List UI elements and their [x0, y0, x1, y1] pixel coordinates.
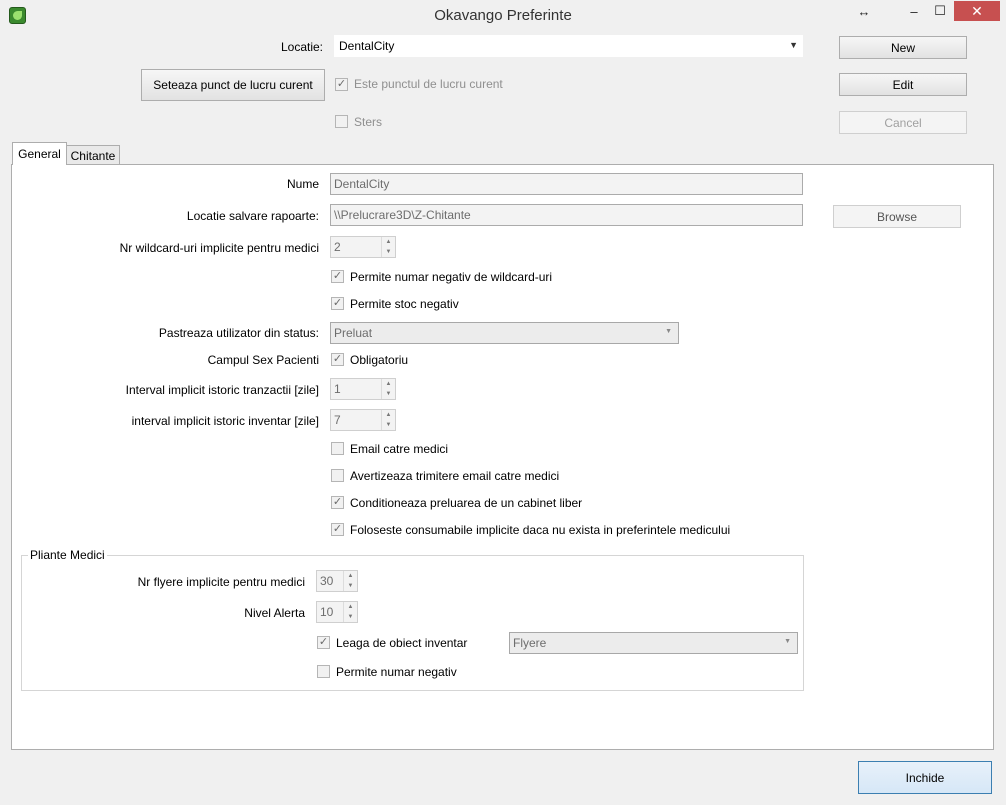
- inventory-history-spinner[interactable]: 7 ▲ ▼: [330, 409, 396, 431]
- spinner-buttons[interactable]: ▲ ▼: [343, 571, 357, 591]
- close-window-button[interactable]: ✕: [954, 1, 1000, 21]
- location-value: DentalCity: [339, 39, 395, 53]
- set-current-workplace-button[interactable]: Seteaza punct de lucru curent: [141, 69, 325, 101]
- chevron-down-icon[interactable]: ▼: [382, 420, 395, 430]
- flyers-group-title: Pliante Medici: [28, 548, 107, 562]
- allow-negative-flyers-checkbox[interactable]: [317, 665, 330, 678]
- chevron-up-icon[interactable]: ▲: [382, 410, 395, 420]
- checkmark-icon: ✓: [336, 78, 347, 90]
- location-label: Locatie:: [280, 40, 323, 54]
- keep-user-label: Pastreaza utilizator din status:: [158, 326, 319, 340]
- name-label: Nume: [286, 177, 319, 191]
- chevron-up-icon[interactable]: ▲: [382, 237, 395, 247]
- allow-negative-stock-label: Permite stoc negativ: [350, 297, 459, 311]
- keep-user-dropdown[interactable]: Preluat ▼: [330, 322, 679, 344]
- checkmark-icon: ✓: [332, 270, 343, 282]
- allow-negative-wildcards-label: Permite numar negativ de wildcard-uri: [350, 270, 553, 284]
- checkmark-icon: ✓: [332, 297, 343, 309]
- condition-cabinet-label: Conditioneaza preluarea de un cabinet li…: [350, 496, 583, 510]
- sex-field-label: Campul Sex Pacienti: [207, 353, 319, 367]
- spinner-buttons[interactable]: ▲ ▼: [381, 379, 395, 399]
- sex-required-label: Obligatoriu: [350, 353, 409, 367]
- spinner-buttons[interactable]: ▲ ▼: [381, 410, 395, 430]
- checkmark-icon: ✓: [318, 636, 329, 648]
- inventory-history-value: 7: [334, 413, 341, 427]
- chevron-down-icon[interactable]: ▼: [382, 389, 395, 399]
- alert-level-value: 10: [320, 605, 334, 619]
- wildcards-label: Nr wildcard-uri implicite pentru medici: [119, 241, 319, 255]
- alert-level-label: Nivel Alerta: [244, 606, 305, 620]
- chevron-down-icon: ▼: [665, 328, 672, 335]
- cancel-button[interactable]: Cancel: [839, 111, 967, 134]
- chevron-down-icon[interactable]: ▼: [382, 247, 395, 257]
- default-consumables-checkbox[interactable]: ✓: [331, 523, 344, 536]
- wildcards-value: 2: [334, 240, 341, 254]
- allow-negative-wildcards-checkbox[interactable]: ✓: [331, 270, 344, 283]
- is-current-checkbox[interactable]: ✓: [335, 78, 348, 91]
- is-current-label: Este punctul de lucru curent: [354, 77, 503, 91]
- tab-chitante[interactable]: Chitante: [66, 145, 120, 165]
- save-location-field[interactable]: \\Prelucrare3D\Z-Chitante: [330, 204, 803, 226]
- email-doctors-label: Email catre medici: [350, 442, 449, 456]
- default-flyers-spinner[interactable]: 30 ▲ ▼: [316, 570, 358, 592]
- name-field[interactable]: DentalCity: [330, 173, 803, 195]
- chevron-down-icon: ▼: [784, 638, 791, 645]
- location-combobox[interactable]: DentalCity ▼: [334, 35, 803, 57]
- new-button[interactable]: New: [839, 36, 967, 59]
- default-flyers-label: Nr flyere implicite pentru medici: [137, 575, 305, 589]
- chevron-down-icon[interactable]: ▼: [344, 612, 357, 622]
- edit-button[interactable]: Edit: [839, 73, 967, 96]
- checkmark-icon: ✓: [332, 523, 343, 535]
- warn-email-checkbox[interactable]: [331, 469, 344, 482]
- tab-general[interactable]: General: [12, 142, 67, 165]
- chevron-down-icon[interactable]: ▼: [344, 581, 357, 591]
- link-inventory-dropdown[interactable]: Flyere ▼: [509, 632, 798, 654]
- inventory-history-label: interval implicit istoric inventar [zile…: [131, 414, 319, 428]
- alert-level-spinner[interactable]: 10 ▲ ▼: [316, 601, 358, 623]
- transaction-history-spinner[interactable]: 1 ▲ ▼: [330, 378, 396, 400]
- transaction-history-value: 1: [334, 382, 341, 396]
- link-inventory-label: Leaga de obiect inventar: [336, 636, 468, 650]
- close-button[interactable]: Inchide: [858, 761, 992, 794]
- chevron-up-icon[interactable]: ▲: [344, 571, 357, 581]
- deleted-checkbox[interactable]: [335, 115, 348, 128]
- link-inventory-checkbox[interactable]: ✓: [317, 636, 330, 649]
- spinner-buttons[interactable]: ▲ ▼: [343, 602, 357, 622]
- spinner-buttons[interactable]: ▲ ▼: [381, 237, 395, 257]
- keep-user-value: Preluat: [334, 326, 373, 340]
- chevron-down-icon: ▼: [789, 40, 798, 50]
- minimize-button[interactable]: –: [902, 0, 926, 22]
- email-doctors-checkbox[interactable]: [331, 442, 344, 455]
- checkmark-icon: ✓: [332, 496, 343, 508]
- allow-negative-flyers-label: Permite numar negativ: [336, 665, 457, 679]
- chevron-up-icon[interactable]: ▲: [382, 379, 395, 389]
- condition-cabinet-checkbox[interactable]: ✓: [331, 496, 344, 509]
- browse-button[interactable]: Browse: [833, 205, 961, 228]
- transaction-history-label: Interval implicit istoric tranzactii [zi…: [125, 383, 319, 397]
- maximize-button[interactable]: ☐: [928, 0, 952, 22]
- sex-required-checkbox[interactable]: ✓: [331, 353, 344, 366]
- resize-arrows-icon[interactable]: ↔: [852, 0, 876, 22]
- default-flyers-value: 30: [320, 574, 334, 588]
- deleted-label: Sters: [354, 115, 383, 129]
- allow-negative-stock-checkbox[interactable]: ✓: [331, 297, 344, 310]
- checkmark-icon: ✓: [332, 353, 343, 365]
- link-inventory-value: Flyere: [513, 636, 547, 650]
- save-location-label: Locatie salvare rapoarte:: [186, 209, 319, 223]
- chevron-up-icon[interactable]: ▲: [344, 602, 357, 612]
- default-consumables-label: Foloseste consumabile implicite daca nu …: [350, 523, 731, 537]
- wildcards-spinner[interactable]: 2 ▲ ▼: [330, 236, 396, 258]
- warn-email-label: Avertizeaza trimitere email catre medici: [350, 469, 560, 483]
